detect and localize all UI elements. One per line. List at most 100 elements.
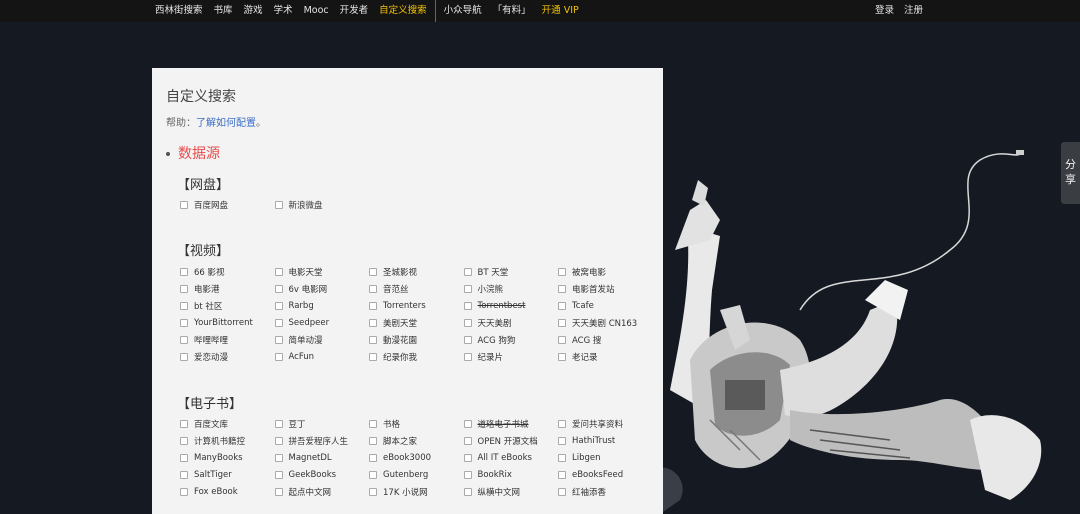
checkbox[interactable] (558, 301, 566, 310)
source-checkbox-item[interactable]: 音范丝 (369, 280, 464, 297)
source-checkbox-item[interactable]: Seedpeer (274, 314, 370, 331)
source-checkbox-item[interactable]: 爱问共享资料 (558, 415, 653, 432)
checkbox[interactable] (180, 453, 188, 462)
source-checkbox-item[interactable]: ACG 狗狗 (463, 331, 559, 348)
nav-xilinjie-search[interactable]: 西林街搜索 (155, 0, 203, 22)
source-checkbox-item[interactable]: 天天美剧 CN163 (558, 314, 653, 331)
checkbox[interactable] (180, 301, 188, 310)
checkbox[interactable] (558, 352, 566, 361)
checkbox[interactable] (369, 352, 377, 361)
source-checkbox-item[interactable]: bt 社区 (180, 297, 275, 314)
checkbox[interactable] (369, 267, 377, 276)
checkbox[interactable] (558, 267, 566, 276)
checkbox[interactable] (274, 352, 283, 361)
source-checkbox-item[interactable]: 电影首发站 (558, 280, 653, 297)
checkbox[interactable] (274, 301, 283, 310)
source-checkbox-item[interactable]: GeekBooks (274, 466, 370, 483)
source-checkbox-item[interactable]: 66 影视 (180, 263, 275, 280)
nav-games[interactable]: 游戏 (244, 0, 263, 22)
nav-academic[interactable]: 学术 (274, 0, 293, 22)
source-checkbox-item[interactable]: 纪录你我 (369, 348, 464, 365)
source-checkbox-item[interactable]: 纵横中文网 (463, 483, 559, 500)
checkbox[interactable] (463, 335, 472, 344)
checkbox[interactable] (274, 419, 283, 428)
source-checkbox-item[interactable]: 被窝电影 (558, 263, 653, 280)
checkbox[interactable] (180, 267, 188, 276)
checkbox[interactable] (180, 318, 188, 327)
source-checkbox-item[interactable]: ManyBooks (180, 449, 275, 466)
checkbox[interactable] (558, 487, 566, 496)
source-checkbox-item[interactable]: Rarbg (274, 297, 370, 314)
checkbox[interactable] (274, 267, 283, 276)
source-checkbox-item[interactable]: eBooksFeed (558, 466, 653, 483)
checkbox[interactable] (463, 487, 472, 496)
checkbox[interactable] (369, 301, 377, 310)
source-checkbox-item[interactable]: 书格 (369, 415, 464, 432)
login-link[interactable]: 登录 (875, 0, 894, 22)
checkbox[interactable] (274, 453, 283, 462)
checkbox[interactable] (463, 318, 472, 327)
source-checkbox-item[interactable]: 美剧天堂 (369, 314, 464, 331)
source-checkbox-item[interactable]: HathiTrust (558, 432, 653, 449)
checkbox[interactable] (558, 318, 566, 327)
source-checkbox-item[interactable]: All IT eBooks (463, 449, 559, 466)
source-checkbox-item[interactable]: 百度网盘 (180, 196, 275, 213)
source-checkbox-item[interactable]: Fox eBook (180, 483, 275, 500)
source-checkbox-item[interactable]: 17K 小说网 (369, 483, 464, 500)
source-checkbox-item[interactable]: 道珞电子书城 (463, 415, 559, 432)
checkbox[interactable] (180, 200, 188, 209)
source-checkbox-item[interactable]: SaltTiger (180, 466, 275, 483)
source-checkbox-item[interactable]: 纪录片 (463, 348, 559, 365)
share-tab[interactable]: 分享 (1061, 142, 1080, 204)
source-checkbox-item[interactable]: 拼吾爱程序人生 (274, 432, 370, 449)
source-checkbox-item[interactable]: 動漫花園 (369, 331, 464, 348)
source-checkbox-item[interactable]: YourBittorrent (180, 314, 275, 331)
checkbox[interactable] (369, 284, 377, 293)
nav-mooc[interactable]: Mooc (304, 0, 329, 22)
checkbox[interactable] (180, 487, 188, 496)
source-checkbox-item[interactable]: MagnetDL (274, 449, 370, 466)
source-checkbox-item[interactable]: 哔哩哔哩 (180, 331, 275, 348)
source-checkbox-item[interactable]: 计算机书籍控 (180, 432, 275, 449)
source-checkbox-item[interactable]: BookRix (463, 466, 559, 483)
checkbox[interactable] (274, 487, 283, 496)
source-checkbox-item[interactable]: 电影港 (180, 280, 275, 297)
source-checkbox-item[interactable]: 6v 电影网 (274, 280, 370, 297)
checkbox[interactable] (558, 453, 566, 462)
register-link[interactable]: 注册 (904, 0, 923, 22)
checkbox[interactable] (369, 419, 377, 428)
source-checkbox-item[interactable]: eBook3000 (369, 449, 464, 466)
checkbox[interactable] (274, 284, 283, 293)
source-checkbox-item[interactable]: 电影天堂 (274, 263, 370, 280)
source-checkbox-item[interactable]: 红袖添香 (558, 483, 653, 500)
checkbox[interactable] (369, 487, 377, 496)
checkbox[interactable] (558, 284, 566, 293)
checkbox[interactable] (369, 453, 377, 462)
checkbox[interactable] (463, 436, 472, 445)
nav-developer[interactable]: 开发者 (340, 0, 369, 22)
checkbox[interactable] (463, 419, 472, 428)
checkbox[interactable] (463, 470, 472, 479)
source-checkbox-item[interactable]: Libgen (558, 449, 653, 466)
source-checkbox-item[interactable]: BT 天堂 (463, 263, 559, 280)
checkbox[interactable] (274, 335, 283, 344)
checkbox[interactable] (274, 318, 283, 327)
checkbox[interactable] (180, 419, 188, 428)
checkbox[interactable] (369, 318, 377, 327)
source-checkbox-item[interactable]: Torrentbest (463, 297, 559, 314)
checkbox[interactable] (369, 335, 377, 344)
checkbox[interactable] (558, 335, 566, 344)
source-checkbox-item[interactable]: 脚本之家 (369, 432, 464, 449)
source-checkbox-item[interactable]: 简单动漫 (274, 331, 370, 348)
source-checkbox-item[interactable]: Torrenters (369, 297, 464, 314)
checkbox[interactable] (369, 470, 377, 479)
checkbox[interactable] (274, 470, 283, 479)
checkbox[interactable] (463, 267, 472, 276)
checkbox[interactable] (463, 453, 472, 462)
source-checkbox-item[interactable]: 百度文库 (180, 415, 275, 432)
source-checkbox-item[interactable]: ACG 搜 (558, 331, 653, 348)
checkbox[interactable] (180, 436, 188, 445)
source-checkbox-item[interactable]: 老记录 (558, 348, 653, 365)
checkbox[interactable] (369, 436, 377, 445)
nav-vip[interactable]: 开通 VIP (542, 0, 579, 22)
